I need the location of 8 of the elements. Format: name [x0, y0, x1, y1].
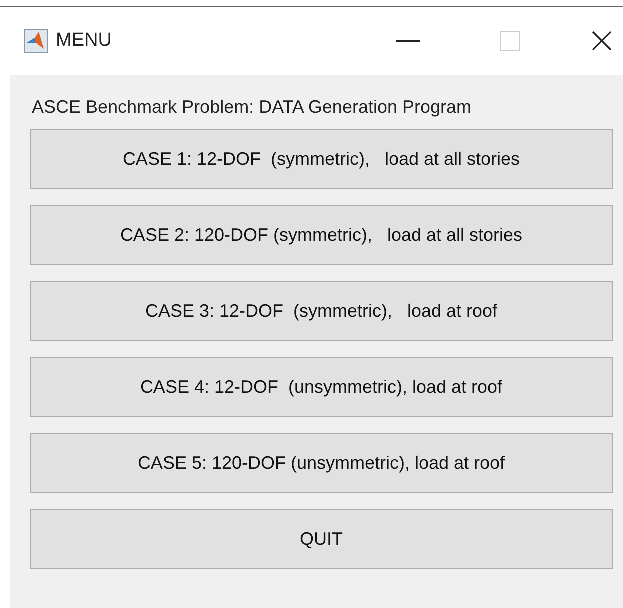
menu-button[interactable]: QUIT [30, 509, 613, 569]
heading-text: ASCE Benchmark Problem: DATA Generation Program [31, 96, 473, 119]
menu-button[interactable]: CASE 1: 12-DOF (symmetric), load at all stories [30, 129, 613, 189]
menu-button[interactable]: CASE 4: 12-DOF (unsymmetric), load at roof [30, 357, 613, 417]
menu-button[interactable]: CASE 3: 12-DOF (symmetric), load at roof [30, 281, 613, 341]
menu-button[interactable]: CASE 5: 120-DOF (unsymmetric), load at roof [30, 433, 613, 493]
window-title: MENU [56, 30, 113, 52]
menu-button[interactable]: CASE 2: 120-DOF (symmetric), load at all stories [30, 205, 613, 265]
